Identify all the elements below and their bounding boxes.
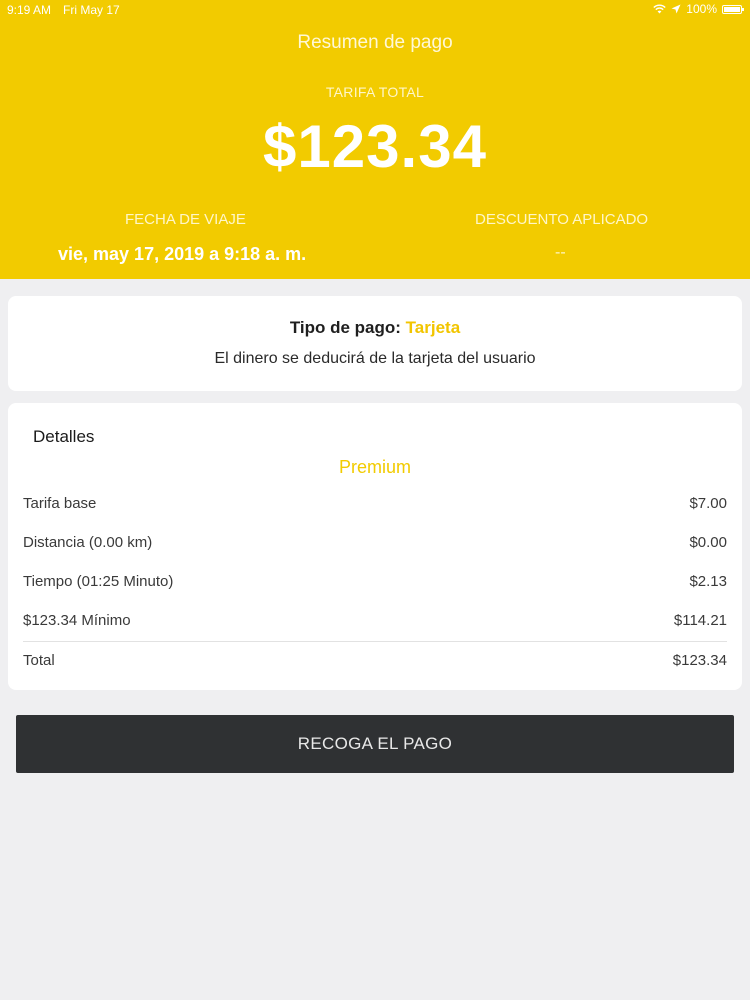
fare-total-value: $123.34 [672,652,727,669]
fare-row-label: Tarifa base [23,495,97,512]
discount-value: -- [555,244,566,261]
fare-row-value: $7.00 [689,495,727,512]
total-fare-amount: $123.34 [263,113,487,180]
payment-summary-header: 9:19 AM Fri May 17 100% Resumen de pago … [0,0,750,279]
page-title: Resumen de pago [297,32,453,53]
fare-row-distance: Distancia (0.00 km) $0.00 [23,524,727,563]
payment-type-card: Tipo de pago: Tarjeta El dinero se deduc… [8,296,742,391]
status-time: 9:19 AM [7,3,52,17]
service-class: Premium [338,457,411,477]
payment-type-line: Tipo de pago: Tarjeta [8,318,742,338]
fare-row-base: Tarifa base $7.00 [23,485,727,524]
wifi-icon [653,4,666,14]
fare-total-label: Total [23,652,55,669]
trip-date-value: vie, may 17, 2019 a 9:18 a. m. [58,244,307,264]
payment-description: El dinero se deducirá de la tarjeta del … [214,350,536,367]
trip-date-label: FECHA DE VIAJE [125,211,246,228]
battery-percent: 100% [686,2,717,16]
payment-type-label: Tipo de pago: [289,318,401,337]
fare-row-time: Tiempo (01:25 Minuto) $2.13 [23,563,727,602]
status-indicators: 100% [653,2,744,16]
fare-row-label: $123.34 Mínimo [23,612,131,629]
fare-row-minimum: $123.34 Mínimo $114.21 [23,602,727,641]
fare-details-card: Detalles Premium Tarifa base $7.00 Dista… [8,403,742,690]
fare-row-value: $0.00 [689,534,727,551]
fare-row-value: $2.13 [689,573,727,590]
payment-type-value: Tarjeta [405,318,461,337]
discount-label: DESCUENTO APLICADO [475,211,649,228]
status-bar: 9:19 AM Fri May 17 100% [0,0,750,20]
fare-row-label: Distancia (0.00 km) [23,534,153,551]
total-fare-label: TARIFA TOTAL [325,84,425,100]
fare-row-value: $114.21 [673,612,727,629]
collect-payment-button[interactable]: RECOGA EL PAGO [16,715,734,773]
status-date: Fri May 17 [63,3,120,17]
fare-row-label: Tiempo (01:25 Minuto) [23,573,174,590]
battery-icon [722,4,744,14]
details-title: Detalles [33,427,95,446]
location-arrow-icon [671,4,681,14]
fare-row-total: Total $123.34 [23,641,727,681]
